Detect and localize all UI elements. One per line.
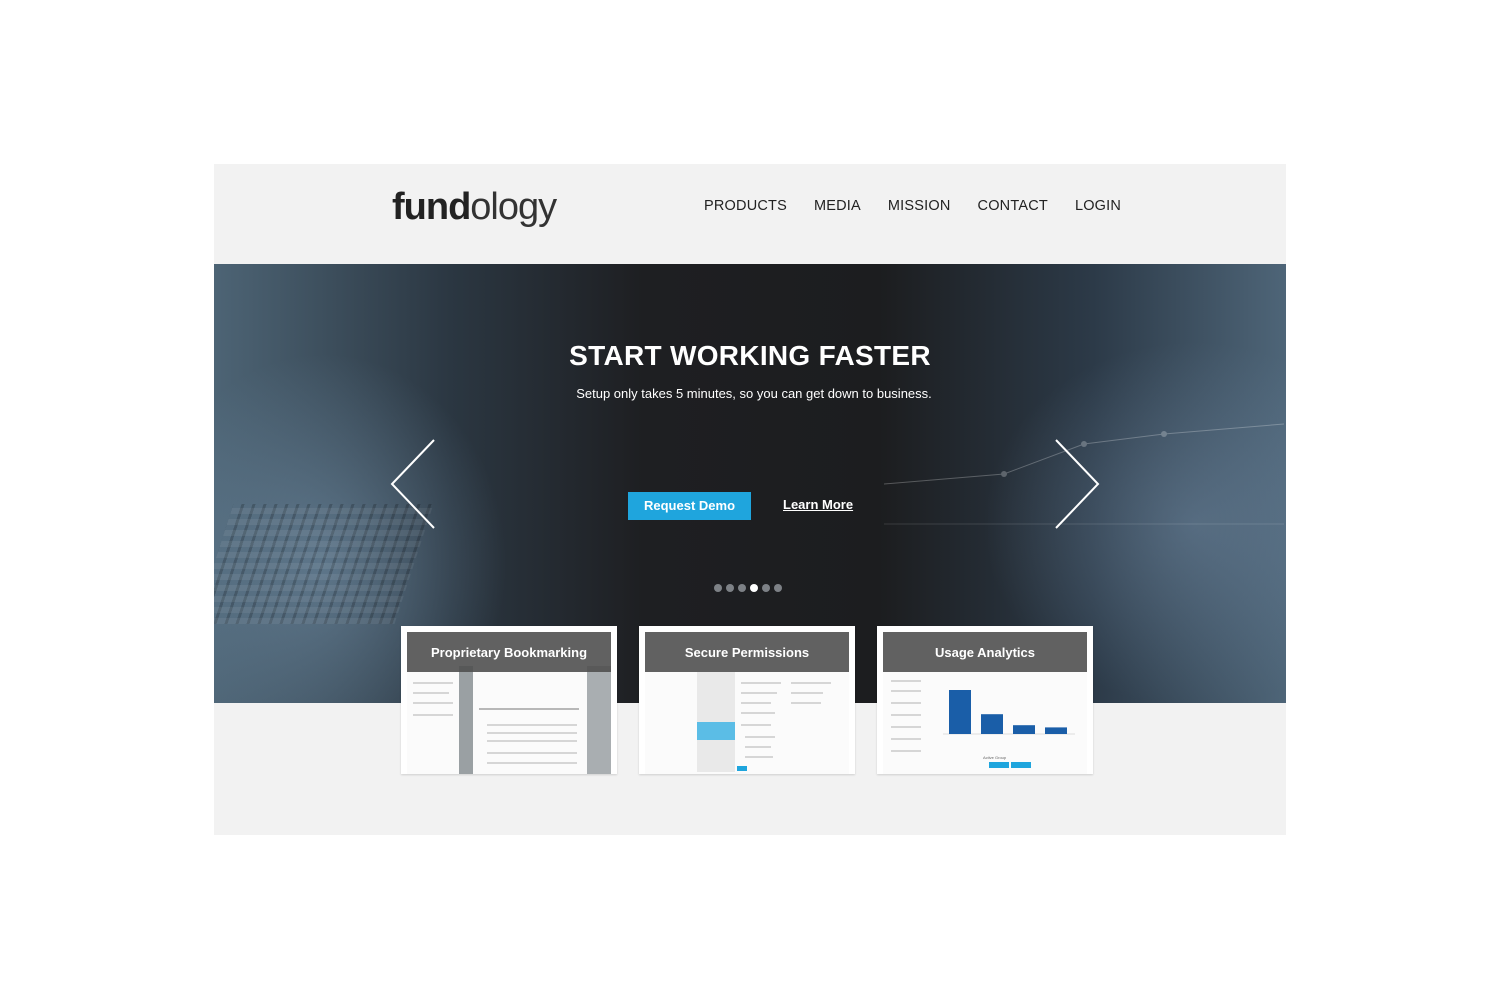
feature-card-bookmarking[interactable]: Proprietary Bookmarking	[401, 626, 617, 774]
analytics-bar	[981, 714, 1003, 734]
feature-card-permissions[interactable]: Secure Permissions	[639, 626, 855, 774]
carousel-dot[interactable]	[774, 584, 782, 592]
carousel-dot[interactable]	[738, 584, 746, 592]
feature-card-analytics[interactable]: Active Group Usage Analytics	[877, 626, 1093, 774]
analytics-bar	[1045, 727, 1067, 734]
feature-title: Usage Analytics	[935, 645, 1035, 660]
feature-title: Secure Permissions	[684, 645, 810, 660]
nav-contact[interactable]: CONTACT	[978, 198, 1048, 214]
request-demo-button[interactable]: Request Demo	[628, 492, 751, 520]
analytics-bar	[949, 690, 971, 734]
analytics-screenshot: Active Group Usage Analytics	[883, 632, 1087, 774]
carousel-pagination	[714, 584, 782, 592]
carousel-next-arrow-icon[interactable]	[1050, 436, 1110, 532]
carousel-dot-active[interactable]	[750, 584, 758, 592]
nav-media[interactable]: MEDIA	[814, 198, 861, 214]
nav-mission[interactable]: MISSION	[888, 198, 951, 214]
nav-login[interactable]: LOGIN	[1075, 198, 1121, 214]
main-nav: PRODUCTS MEDIA MISSION CONTACT LOGIN	[704, 198, 1121, 214]
fundology-logo[interactable]: fundology	[392, 184, 557, 230]
nav-products[interactable]: PRODUCTS	[704, 198, 787, 214]
permissions-screenshot: Secure Permissions	[645, 632, 849, 774]
hero-subtitle: Setup only takes 5 minutes, so you can g…	[576, 386, 932, 401]
carousel-dot[interactable]	[714, 584, 722, 592]
analytics-bar-chart	[943, 690, 1075, 735]
carousel-dot[interactable]	[726, 584, 734, 592]
feature-title: Proprietary Bookmarking	[430, 645, 588, 660]
analytics-bar	[1013, 725, 1035, 734]
analytics-xlabel: Active Group	[983, 755, 1007, 760]
carousel-dot[interactable]	[762, 584, 770, 592]
bookmarking-screenshot: Proprietary Bookmarking	[407, 632, 611, 774]
site-header: fundology PRODUCTS MEDIA MISSION CONTACT…	[214, 164, 1286, 264]
hero-title: START WORKING FASTER	[569, 340, 931, 371]
website-frame: fundology PRODUCTS MEDIA MISSION CONTACT…	[214, 164, 1286, 835]
learn-more-link[interactable]: Learn More	[783, 497, 853, 512]
carousel-prev-arrow-icon[interactable]	[386, 436, 446, 532]
